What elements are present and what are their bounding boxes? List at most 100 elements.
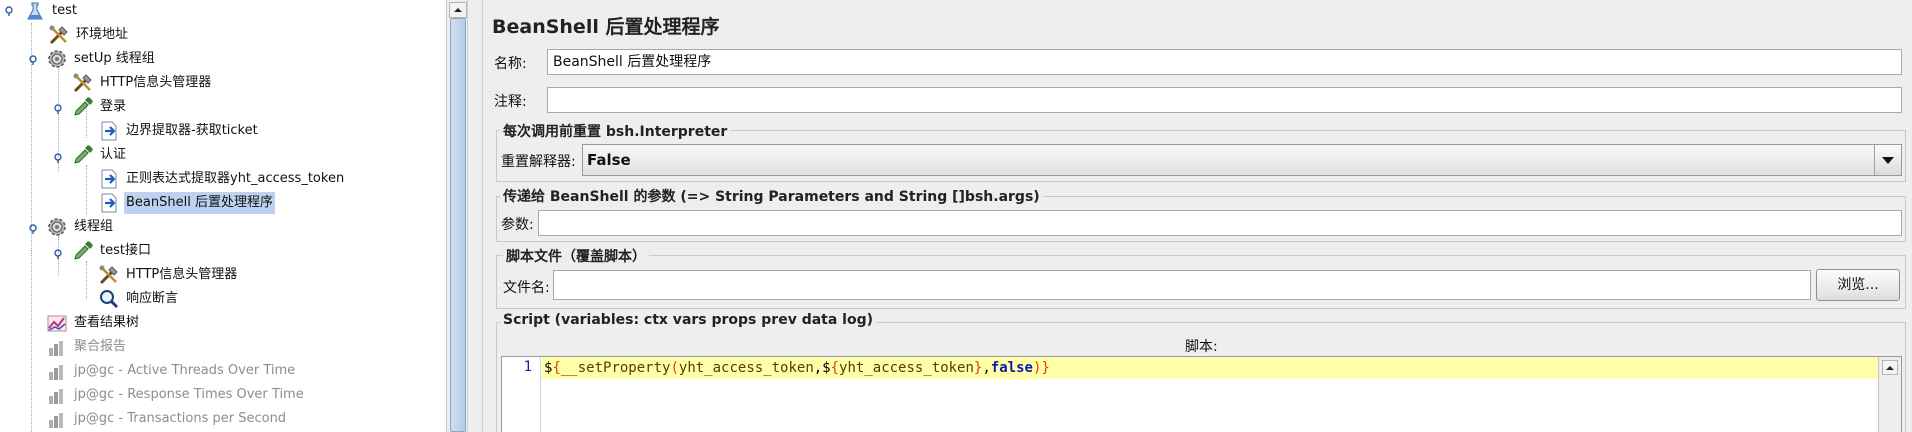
- tree-node-label: 正则表达式提取器yht_access_token: [126, 171, 345, 186]
- config-tools-icon: [73, 73, 92, 93]
- tree-node-transactions-per-second[interactable]: jp@gc - Transactions per Second: [46, 408, 288, 430]
- tree-node-beanshell-postprocessor[interactable]: BeanShell 后置处理程序: [98, 192, 275, 214]
- post-processor-icon: [101, 193, 117, 213]
- listener-bars-icon: [49, 365, 63, 380]
- tree-node-label: 边界提取器-获取ticket: [126, 123, 258, 138]
- tree-connector: [31, 251, 32, 432]
- tree-connector: [86, 165, 87, 215]
- split-pane-divider[interactable]: [467, 0, 483, 432]
- scrollbar-thumb[interactable]: [450, 18, 466, 432]
- tree-node-env-config[interactable]: 环境地址: [48, 24, 130, 46]
- code-token: yht_access_token: [678, 360, 814, 376]
- config-tools-icon: [99, 265, 118, 285]
- listener-graph-icon: [47, 315, 67, 332]
- collapse-toggle-icon[interactable]: [53, 153, 63, 163]
- script-file-group-title: 脚本文件（覆盖脚本）: [503, 246, 649, 266]
- comment-field[interactable]: [547, 87, 1902, 113]
- thread-group-gear-icon: [48, 50, 66, 68]
- file-name-label: 文件名:: [503, 280, 550, 296]
- code-token: yht_access_token: [839, 360, 974, 376]
- tree-node-view-results-tree[interactable]: 查看结果树: [46, 312, 141, 334]
- script-caption: 脚本:: [1185, 339, 1218, 355]
- parameters-label: 参数:: [501, 217, 534, 233]
- code-token: ,$: [813, 360, 831, 376]
- page-title: BeanShell 后置处理程序: [492, 16, 720, 38]
- reset-interpreter-value: False: [587, 151, 631, 169]
- tree-node-label: 聚合报告: [74, 339, 127, 354]
- tree-node-auth-sampler[interactable]: 认证: [72, 144, 128, 166]
- tree-node-label: HTTP信息头管理器: [100, 75, 212, 90]
- test-plan-tree[interactable]: test 环境地址 setUp 线程组 HTTP信息头管理器 登录 边界提取器-…: [0, 0, 446, 432]
- collapse-toggle-icon[interactable]: [28, 224, 38, 234]
- http-sampler-pipette-icon: [74, 241, 93, 260]
- tree-node-label: 认证: [100, 147, 127, 162]
- browse-button[interactable]: 浏览...: [1816, 269, 1900, 301]
- tree-node-http-header-manager[interactable]: HTTP信息头管理器: [72, 72, 213, 94]
- parameters-group-title: 传递给 BeanShell 的参数 (=> String Parameters …: [500, 186, 1043, 206]
- tree-node-label: jp@gc - Active Threads Over Time: [74, 363, 296, 378]
- tree-node-label: 环境地址: [76, 27, 129, 42]
- tree-node-label: test接口: [100, 243, 151, 258]
- code-token: __setProperty: [560, 360, 671, 376]
- code-token: (: [670, 360, 679, 376]
- comment-label: 注释:: [494, 94, 527, 110]
- tree-node-active-threads[interactable]: jp@gc - Active Threads Over Time: [46, 360, 297, 382]
- tree-node-response-times[interactable]: jp@gc - Response Times Over Time: [46, 384, 306, 406]
- tree-node-test-plan[interactable]: test: [24, 0, 79, 22]
- editor-vertical-scrollbar[interactable]: [1878, 357, 1901, 432]
- config-tools-icon: [49, 25, 68, 45]
- post-processor-icon: [101, 169, 117, 189]
- reset-interpreter-select[interactable]: False: [582, 144, 1902, 176]
- collapse-toggle-icon[interactable]: [4, 6, 14, 16]
- parameters-field[interactable]: [538, 210, 1902, 236]
- tree-node-label: jp@gc - Transactions per Second: [74, 411, 287, 426]
- collapse-toggle-icon[interactable]: [53, 104, 63, 114]
- listener-bars-icon: [49, 389, 63, 404]
- tree-node-label: test: [52, 3, 77, 18]
- tree-node-test-api-sampler[interactable]: test接口: [72, 240, 153, 262]
- reset-interpreter-label: 重置解释器:: [501, 154, 576, 170]
- listener-bars-icon: [49, 413, 63, 428]
- tree-node-label: setUp 线程组: [74, 51, 155, 66]
- collapse-toggle-icon[interactable]: [28, 55, 38, 65]
- tree-node-regex-extractor[interactable]: 正则表达式提取器yht_access_token: [98, 168, 346, 190]
- tree-node-login-sampler[interactable]: 登录: [72, 96, 128, 118]
- tree-node-label: 线程组: [74, 219, 114, 234]
- tree-node-label: 查看结果树: [74, 315, 140, 330]
- code-token: }: [1041, 360, 1050, 376]
- tree-node-boundary-extractor[interactable]: 边界提取器-获取ticket: [98, 120, 260, 142]
- dropdown-arrow-icon[interactable]: [1874, 145, 1901, 175]
- test-plan-icon: [27, 2, 43, 20]
- tree-node-label: HTTP信息头管理器: [126, 267, 238, 282]
- tree-node-http-header-manager-2[interactable]: HTTP信息头管理器: [98, 264, 239, 286]
- file-name-field[interactable]: [553, 270, 1811, 300]
- line-number: 1: [523, 359, 532, 375]
- code-token: false: [990, 360, 1033, 376]
- post-processor-icon: [101, 121, 117, 141]
- http-sampler-pipette-icon: [74, 145, 93, 164]
- tree-node-thread-group[interactable]: 线程组: [46, 216, 115, 238]
- code-token: {: [552, 360, 561, 376]
- tree-node-label: 响应断言: [126, 291, 179, 306]
- tree-node-aggregate-report[interactable]: 聚合报告: [46, 336, 128, 358]
- tree-node-label: BeanShell 后置处理程序: [124, 192, 275, 214]
- tree-node-label: jp@gc - Response Times Over Time: [74, 387, 304, 402]
- magnifier-icon: [100, 290, 119, 309]
- tree-vertical-scrollbar[interactable]: [446, 0, 467, 432]
- reset-interpreter-group-title: 每次调用前重置 bsh.Interpreter: [500, 121, 731, 141]
- line-number-gutter: 1: [502, 357, 541, 432]
- name-field[interactable]: BeanShell 后置处理程序: [547, 49, 1902, 75]
- listener-bars-icon: [49, 341, 63, 356]
- http-sampler-pipette-icon: [74, 97, 93, 116]
- script-code-line[interactable]: ${__setProperty(yht_access_token,${yht_a…: [542, 357, 1879, 379]
- tree-node-response-assertion[interactable]: 响应断言: [98, 288, 180, 310]
- collapse-toggle-icon[interactable]: [53, 249, 63, 259]
- scroll-up-arrow-icon[interactable]: [449, 2, 467, 18]
- script-group-title: Script (variables: ctx vars props prev d…: [500, 312, 877, 328]
- tree-node-setup-thread-group[interactable]: setUp 线程组: [46, 48, 157, 70]
- script-editor[interactable]: 1 ${__setProperty(yht_access_token,${yht…: [501, 356, 1902, 432]
- scroll-up-arrow-icon[interactable]: [1882, 360, 1898, 375]
- thread-group-gear-icon: [48, 218, 66, 236]
- code-token: ,: [982, 360, 991, 376]
- code-token: {: [830, 360, 840, 376]
